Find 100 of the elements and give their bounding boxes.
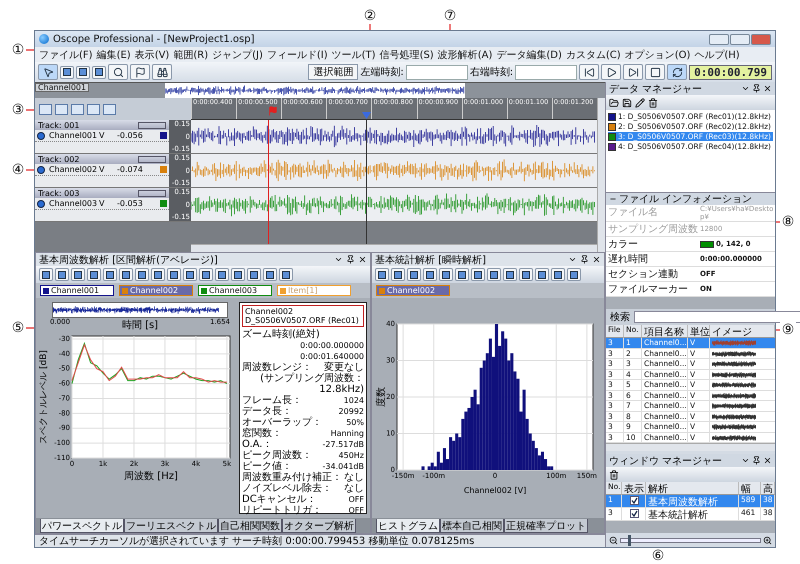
toolbar-button[interactable] bbox=[183, 268, 197, 281]
close-button[interactable] bbox=[751, 34, 771, 44]
toolbar-button[interactable] bbox=[71, 268, 85, 281]
column-header[interactable]: 高 bbox=[761, 482, 775, 495]
toolbar-button[interactable] bbox=[76, 66, 90, 78]
toolbar-button[interactable] bbox=[391, 268, 405, 281]
trash-icon[interactable] bbox=[609, 470, 619, 480]
maximize-button[interactable] bbox=[730, 34, 750, 44]
tab[interactable]: 自己相関関数 bbox=[218, 519, 282, 533]
toolbar-button[interactable] bbox=[455, 268, 469, 281]
pin-icon[interactable] bbox=[752, 84, 761, 93]
stop-button[interactable] bbox=[645, 64, 666, 80]
toolbar-button[interactable] bbox=[199, 268, 213, 281]
menu-item[interactable]: ツール(T) bbox=[330, 48, 378, 62]
toolbar-button[interactable] bbox=[92, 66, 106, 78]
edit-icon[interactable] bbox=[635, 98, 645, 108]
pointer-tool-button[interactable] bbox=[38, 64, 58, 80]
minimize-button[interactable] bbox=[709, 34, 729, 44]
toolbar-button[interactable] bbox=[119, 268, 133, 281]
menu-item[interactable]: 範囲(R) bbox=[171, 48, 210, 62]
dropdown-icon[interactable] bbox=[568, 255, 577, 264]
close-icon[interactable] bbox=[592, 255, 601, 264]
menu-item[interactable]: ヘルプ(H) bbox=[692, 48, 742, 62]
search-field[interactable] bbox=[634, 311, 800, 323]
marker-cursor-line[interactable] bbox=[268, 120, 270, 244]
column-header[interactable]: イメージ bbox=[710, 325, 775, 338]
toolbar-button[interactable] bbox=[135, 268, 149, 281]
menu-item[interactable]: 波形解析(A) bbox=[436, 48, 494, 62]
pin-icon[interactable] bbox=[752, 456, 761, 465]
track-tool-button[interactable] bbox=[71, 104, 84, 114]
tab[interactable]: ヒストグラム bbox=[376, 519, 440, 533]
range-button[interactable]: 選択範囲 bbox=[308, 64, 358, 80]
toolbar-button[interactable] bbox=[55, 268, 69, 281]
pin-icon[interactable] bbox=[346, 255, 355, 264]
tab[interactable]: オクターブ解析 bbox=[282, 519, 356, 533]
track-tool-button[interactable] bbox=[87, 104, 100, 114]
flag-button[interactable] bbox=[130, 64, 150, 80]
toolbar-button[interactable] bbox=[567, 268, 581, 281]
toolbar-button[interactable] bbox=[535, 268, 549, 281]
close-icon[interactable] bbox=[763, 84, 772, 93]
column-header[interactable]: 項目名称 bbox=[642, 325, 688, 338]
toolbar-button[interactable] bbox=[151, 268, 165, 281]
dropdown-icon[interactable] bbox=[741, 84, 750, 93]
skip-forward-button[interactable] bbox=[623, 64, 644, 80]
menu-item[interactable]: 編集(E) bbox=[94, 48, 133, 62]
toolbar-button[interactable] bbox=[487, 268, 501, 281]
skip-back-button[interactable] bbox=[579, 64, 600, 80]
horizontal-scrollbar[interactable] bbox=[606, 443, 775, 451]
toolbar-button[interactable] bbox=[60, 66, 74, 78]
toolbar-button[interactable] bbox=[103, 268, 117, 281]
toolbar-button[interactable] bbox=[407, 268, 421, 281]
search-cursor-line[interactable] bbox=[366, 120, 367, 244]
track-tool-button[interactable] bbox=[55, 104, 68, 114]
menu-item[interactable]: フィールド(I) bbox=[264, 48, 330, 62]
track-tool-button[interactable] bbox=[103, 104, 116, 114]
loop-button[interactable] bbox=[667, 64, 688, 80]
tab[interactable]: パワースペクトル bbox=[40, 519, 124, 533]
binoculars-button[interactable] bbox=[152, 64, 172, 80]
table-cell[interactable]: 基本統計解析 bbox=[646, 508, 739, 521]
zoom-out-icon[interactable] bbox=[609, 536, 618, 544]
toolbar-button[interactable] bbox=[375, 268, 389, 281]
toolbar-button[interactable] bbox=[263, 268, 277, 281]
toolbar-button[interactable] bbox=[231, 268, 245, 281]
close-icon[interactable] bbox=[358, 255, 367, 264]
toolbar-button[interactable] bbox=[423, 268, 437, 281]
menu-item[interactable]: ファイル(F) bbox=[37, 48, 95, 62]
menu-item[interactable]: 表示(V) bbox=[132, 48, 172, 62]
slider-thumb[interactable] bbox=[628, 534, 631, 546]
vertical-scrollbar[interactable] bbox=[597, 98, 605, 252]
horizontal-scrollbar[interactable] bbox=[191, 244, 597, 252]
column-header[interactable]: 表示 bbox=[622, 482, 646, 495]
dropdown-icon[interactable] bbox=[741, 456, 750, 465]
checkbox[interactable] bbox=[630, 509, 639, 518]
toolbar-button[interactable] bbox=[471, 268, 485, 281]
menu-item[interactable]: 信号処理(S) bbox=[378, 48, 436, 62]
pin-icon[interactable] bbox=[580, 255, 589, 264]
toolbar-button[interactable] bbox=[39, 268, 53, 281]
track-tool-button[interactable] bbox=[39, 104, 52, 114]
toolbar-button[interactable] bbox=[519, 268, 533, 281]
toolbar-button[interactable] bbox=[439, 268, 453, 281]
open-icon[interactable] bbox=[609, 98, 619, 108]
menu-item[interactable]: データ編集(D) bbox=[494, 48, 564, 62]
trash-icon[interactable] bbox=[648, 98, 658, 108]
toolbar-button[interactable] bbox=[279, 268, 293, 281]
tab[interactable]: フーリエスペクトル bbox=[124, 519, 218, 533]
left-time-field[interactable] bbox=[406, 64, 468, 80]
channel-chip[interactable]: Channel001 bbox=[40, 285, 114, 296]
marker-flag-icon[interactable] bbox=[268, 106, 278, 116]
toolbar-button[interactable] bbox=[247, 268, 261, 281]
toolbar-button[interactable] bbox=[551, 268, 565, 281]
right-time-field[interactable] bbox=[515, 64, 578, 80]
channel-chip[interactable]: Channel002 bbox=[376, 285, 450, 296]
tab[interactable]: 標本自己相関 bbox=[440, 519, 504, 533]
table-cell[interactable]: 基本周波数解析 bbox=[646, 495, 739, 508]
column-header[interactable]: 単位 bbox=[688, 325, 710, 338]
close-icon[interactable] bbox=[763, 456, 772, 465]
zoom-in-icon[interactable] bbox=[763, 536, 772, 544]
save-icon[interactable] bbox=[622, 98, 632, 108]
column-header[interactable]: 幅 bbox=[739, 482, 761, 495]
search-button[interactable] bbox=[108, 64, 128, 80]
